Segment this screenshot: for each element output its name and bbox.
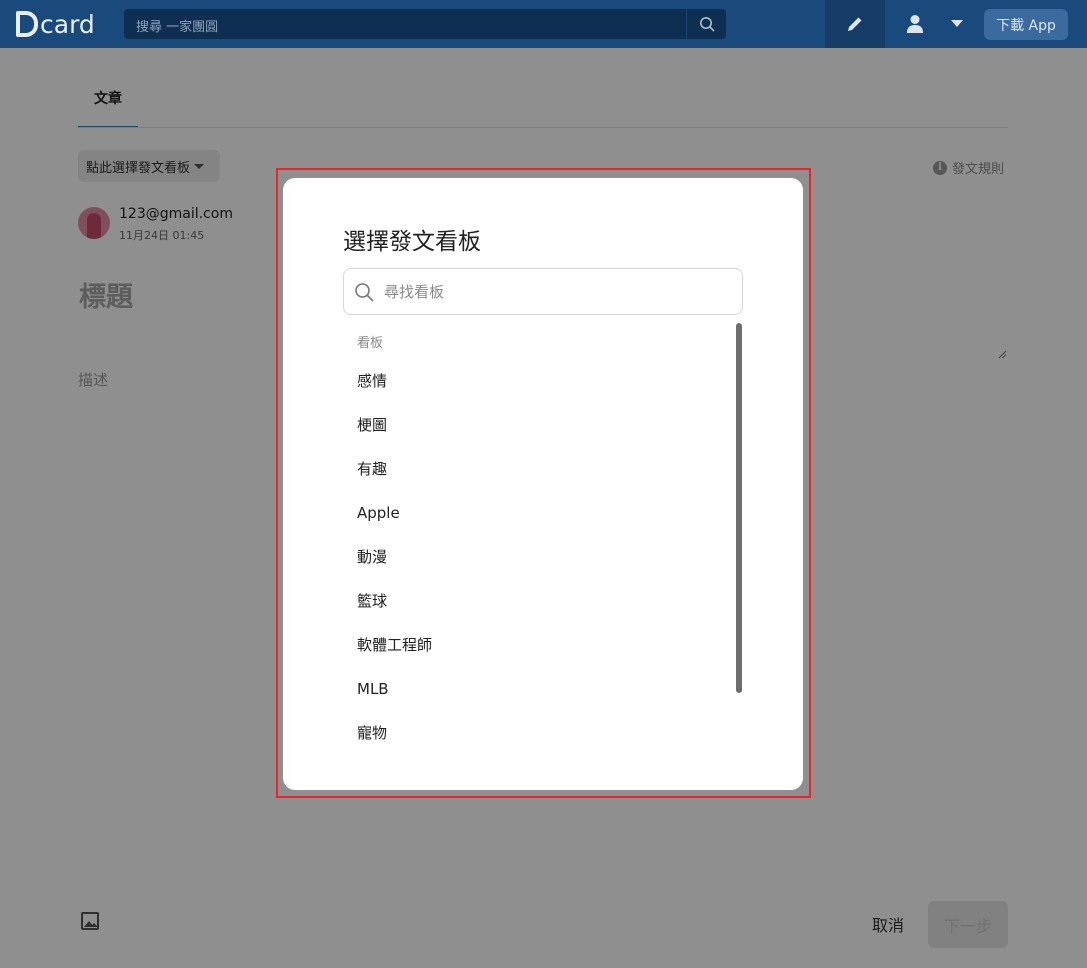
board-list-item[interactable]: 寵物: [357, 721, 717, 745]
dcard-logo-mark: [16, 11, 38, 37]
global-search-bar[interactable]: 搜尋 一家團圓: [124, 9, 726, 39]
board-list-header: 看板: [357, 336, 384, 351]
board-list-item[interactable]: 籃球: [357, 589, 717, 613]
search-icon: [355, 283, 374, 302]
board-list-item[interactable]: 感情: [357, 369, 717, 393]
download-app-button[interactable]: 下載 App: [984, 9, 1068, 40]
pencil-icon: [848, 17, 862, 31]
logo-text: card: [40, 9, 95, 39]
board-list-item[interactable]: 軟體工程師: [357, 633, 717, 657]
dialog-title: 選擇發文看板: [343, 229, 481, 255]
select-board-dialog: 選擇發文看板 看板 感情 梗圖 有趣 Apple 動漫 籃球 軟體工程師 MLB…: [283, 178, 803, 790]
board-list-scrollbar[interactable]: [736, 323, 742, 693]
board-list: 看板 感情 梗圖 有趣 Apple 動漫 籃球 軟體工程師 MLB 寵物: [343, 323, 743, 790]
board-list-item[interactable]: Apple: [357, 501, 717, 525]
write-post-button[interactable]: [825, 0, 885, 48]
board-list-item[interactable]: 動漫: [357, 545, 717, 569]
global-search-button[interactable]: [686, 9, 726, 39]
top-navigation-bar: card 搜尋 一家團圓 下載 App: [0, 0, 1087, 48]
board-list-item[interactable]: 梗圖: [357, 413, 717, 437]
board-list-item[interactable]: 有趣: [357, 457, 717, 481]
board-search-input[interactable]: [384, 269, 734, 314]
global-search-placeholder[interactable]: 搜尋 一家團圓: [136, 16, 218, 35]
account-dropdown-button[interactable]: [943, 10, 971, 38]
board-list-item[interactable]: MLB: [357, 677, 717, 701]
user-icon: [907, 15, 923, 33]
user-menu-button[interactable]: [897, 10, 933, 38]
chevron-down-icon: [951, 20, 963, 27]
board-search-field[interactable]: [343, 268, 743, 315]
dcard-logo[interactable]: card: [16, 8, 95, 40]
search-icon: [699, 17, 714, 32]
